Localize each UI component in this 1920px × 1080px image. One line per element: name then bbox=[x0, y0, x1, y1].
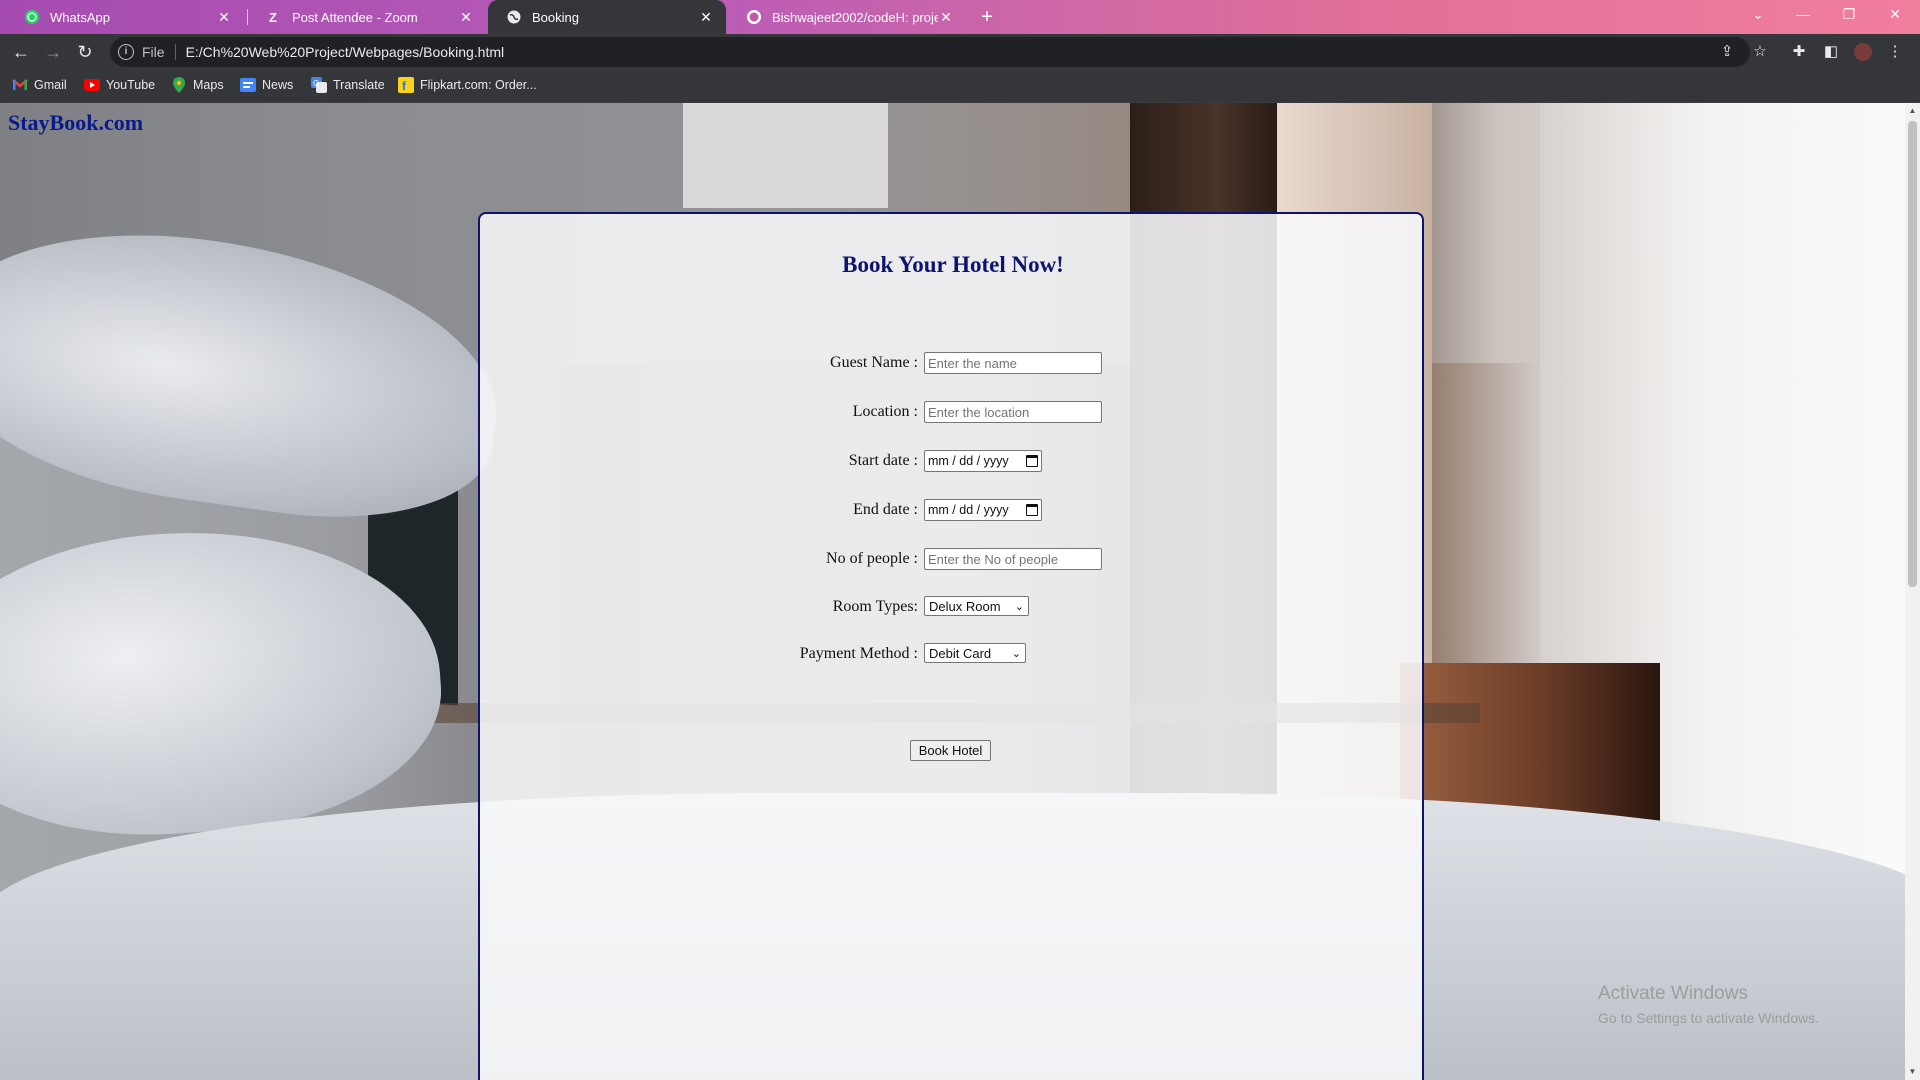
side-panel-icon[interactable]: ◧ bbox=[1822, 43, 1840, 61]
bookmark-label: YouTube bbox=[106, 78, 156, 92]
github-icon bbox=[746, 9, 762, 25]
end-date-input[interactable]: mm / dd / yyyy bbox=[924, 499, 1042, 521]
payment-row: Payment Method : Debit Card ⌄ bbox=[480, 643, 1426, 667]
close-icon[interactable]: ✕ bbox=[698, 9, 714, 26]
star-icon[interactable]: ☆ bbox=[1751, 43, 1769, 61]
bookmark-label: Maps bbox=[193, 78, 224, 92]
location-row: Location : bbox=[480, 401, 1426, 425]
close-icon[interactable]: ✕ bbox=[938, 9, 954, 26]
scroll-thumb[interactable] bbox=[1908, 121, 1917, 587]
bookmark-news[interactable]: News bbox=[240, 77, 293, 93]
restore-button[interactable]: ❐ bbox=[1829, 0, 1869, 30]
guest-name-input[interactable] bbox=[924, 352, 1102, 374]
bookmark-translate[interactable]: G Translate bbox=[311, 77, 385, 93]
room-type-row: Room Types: Delux Room ⌄ bbox=[480, 596, 1426, 620]
tab-title: Booking bbox=[532, 9, 579, 25]
tab-search-icon[interactable]: ⌄ bbox=[1738, 0, 1778, 30]
calendar-icon[interactable] bbox=[1026, 504, 1038, 516]
booking-panel: Book Your Hotel Now! Guest Name : Locati… bbox=[478, 212, 1424, 1080]
menu-icon[interactable]: ⋮ bbox=[1886, 43, 1904, 61]
back-button[interactable]: ← bbox=[9, 40, 33, 64]
location-label: Location : bbox=[852, 403, 918, 420]
tab-strip: WhatsApp ✕ Z Post Attendee - Zoom ✕ Book… bbox=[0, 0, 1920, 34]
end-date-row: End date : mm / dd / yyyy bbox=[480, 499, 1426, 523]
bookmark-gmail[interactable]: Gmail bbox=[12, 77, 67, 93]
start-date-input[interactable]: mm / dd / yyyy bbox=[924, 450, 1042, 472]
room-type-label: Room Types: bbox=[832, 598, 918, 615]
close-icon[interactable]: ✕ bbox=[458, 9, 474, 26]
whatsapp-icon bbox=[24, 9, 40, 25]
reload-button[interactable]: ↻ bbox=[73, 40, 97, 64]
date-format-text: mm / dd / yyyy bbox=[928, 503, 1009, 517]
guest-name-label: Guest Name : bbox=[830, 354, 918, 371]
bookmark-maps[interactable]: Maps bbox=[171, 77, 224, 93]
minimize-button[interactable]: — bbox=[1783, 0, 1823, 30]
tab-github[interactable]: Bishwajeet2002/codeH: project ✕ bbox=[728, 0, 966, 34]
address-bar[interactable]: i File E:/Ch%20Web%20Project/Webpages/Bo… bbox=[110, 37, 1750, 67]
maps-icon bbox=[171, 77, 187, 93]
start-date-row: Start date : mm / dd / yyyy bbox=[480, 450, 1426, 474]
payment-select[interactable]: Debit Card ⌄ bbox=[924, 643, 1026, 663]
page-viewport: StayBook.com Book Your Hotel Now! Guest … bbox=[0, 103, 1920, 1080]
people-label: No of people : bbox=[826, 550, 918, 567]
extensions-icon[interactable]: ✚ bbox=[1790, 43, 1808, 61]
payment-label: Payment Method : bbox=[799, 645, 918, 662]
date-format-text: mm / dd / yyyy bbox=[928, 454, 1009, 468]
flipkart-icon: f bbox=[398, 77, 414, 93]
tab-booking[interactable]: Booking ✕ bbox=[488, 0, 726, 34]
people-input[interactable] bbox=[924, 548, 1102, 570]
url-text: E:/Ch%20Web%20Project/Webpages/Booking.h… bbox=[185, 44, 505, 60]
info-icon[interactable]: i bbox=[118, 44, 134, 60]
location-input[interactable] bbox=[924, 401, 1102, 423]
translate-icon: G bbox=[311, 77, 327, 93]
guest-name-row: Guest Name : bbox=[480, 352, 1426, 376]
svg-text:Z: Z bbox=[269, 10, 277, 25]
bookmark-youtube[interactable]: YouTube bbox=[84, 77, 155, 93]
chevron-down-icon: ⌄ bbox=[1011, 647, 1021, 660]
room-type-value: Delux Room bbox=[929, 598, 1001, 614]
close-window-button[interactable]: ✕ bbox=[1875, 0, 1915, 30]
youtube-icon bbox=[84, 77, 100, 93]
avatar[interactable] bbox=[1854, 43, 1872, 61]
book-hotel-button[interactable]: Book Hotel bbox=[910, 740, 991, 761]
forward-button[interactable]: → bbox=[41, 40, 65, 64]
brand-logo[interactable]: StayBook.com bbox=[8, 110, 143, 136]
scroll-down-icon[interactable]: ▼ bbox=[1905, 1064, 1920, 1080]
tab-title: Bishwajeet2002/codeH: project bbox=[772, 9, 938, 25]
room-type-select[interactable]: Delux Room ⌄ bbox=[924, 596, 1029, 616]
activation-watermark-subtitle: Go to Settings to activate Windows. bbox=[1598, 1010, 1819, 1026]
page-title: Book Your Hotel Now! bbox=[842, 252, 1064, 277]
start-date-label: Start date : bbox=[848, 452, 918, 469]
bookmark-label: Gmail bbox=[34, 78, 67, 92]
share-icon[interactable]: ⇪ bbox=[1718, 43, 1736, 61]
close-icon[interactable]: ✕ bbox=[216, 9, 232, 26]
tab-title: Post Attendee - Zoom bbox=[292, 9, 418, 25]
end-date-label: End date : bbox=[853, 501, 918, 518]
tab-zoom[interactable]: Z Post Attendee - Zoom ✕ bbox=[248, 0, 486, 34]
activation-watermark-title: Activate Windows bbox=[1598, 983, 1748, 1004]
page-scrollbar[interactable]: ▲ ▼ bbox=[1905, 103, 1920, 1080]
news-icon bbox=[240, 77, 256, 93]
zoom-icon: Z bbox=[266, 9, 282, 25]
people-row: No of people : bbox=[480, 548, 1426, 572]
globe-icon bbox=[506, 9, 522, 25]
scheme-label: File bbox=[142, 44, 176, 60]
bookmark-label: Flipkart.com: Order... bbox=[420, 78, 537, 92]
gmail-icon bbox=[12, 77, 28, 93]
payment-value: Debit Card bbox=[929, 645, 992, 661]
new-tab-button[interactable]: + bbox=[974, 5, 1000, 31]
chevron-down-icon: ⌄ bbox=[1014, 600, 1024, 613]
browser-toolbar: ← → ↻ i File E:/Ch%20Web%20Project/Webpa… bbox=[0, 34, 1920, 70]
bookmark-label: Translate bbox=[333, 78, 385, 92]
bookmark-flipkart[interactable]: f Flipkart.com: Order... bbox=[398, 77, 537, 93]
scroll-up-icon[interactable]: ▲ bbox=[1905, 103, 1920, 119]
tab-whatsapp[interactable]: WhatsApp ✕ bbox=[6, 0, 244, 34]
tab-title: WhatsApp bbox=[50, 9, 110, 25]
bookmarks-bar: Gmail YouTube Maps News G Translate f Fl… bbox=[0, 70, 1920, 103]
svg-text:G: G bbox=[313, 79, 319, 88]
bookmark-label: News bbox=[262, 78, 294, 92]
calendar-icon[interactable] bbox=[1026, 455, 1038, 467]
